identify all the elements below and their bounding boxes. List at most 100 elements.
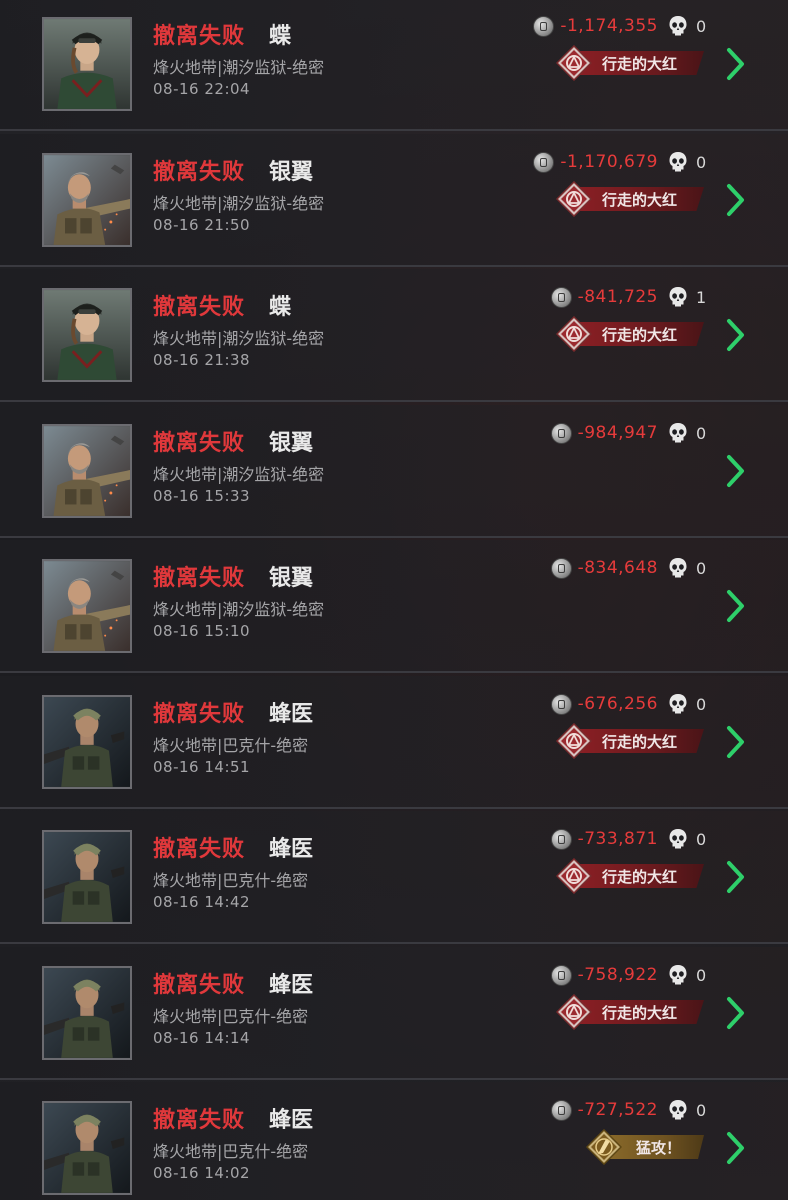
kill-count: 0 bbox=[668, 15, 706, 37]
match-timestamp: 08-16 14:51 bbox=[153, 758, 251, 776]
operator-avatar bbox=[42, 288, 132, 382]
kill-count-value: 0 bbox=[696, 694, 707, 714]
operator-name: 蜂医 bbox=[269, 837, 314, 862]
silver-coin-icon bbox=[533, 151, 555, 173]
match-record-row[interactable]: 撤离失败 蝶 烽火地带|潮汐监狱-绝密 08-16 21:38 -841,725… bbox=[0, 269, 788, 402]
kill-count-value: 0 bbox=[696, 558, 707, 578]
chevron-right-icon[interactable] bbox=[725, 588, 747, 624]
value-change-amount: -984,947 bbox=[577, 423, 658, 443]
match-timestamp: 08-16 14:14 bbox=[153, 1029, 251, 1047]
chevron-right-icon[interactable] bbox=[725, 453, 747, 489]
value-change-amount: -727,522 bbox=[577, 1100, 658, 1120]
achievement-badge-label: 行走的大红 bbox=[602, 733, 678, 751]
red-item-badge-icon bbox=[556, 994, 592, 1030]
chevron-right-icon[interactable] bbox=[725, 1130, 747, 1166]
extraction-status: 撤离失败 bbox=[153, 431, 246, 456]
value-change-amount: -676,256 bbox=[577, 694, 658, 714]
map-mode-label: 烽火地带|潮汐监狱-绝密 bbox=[153, 329, 325, 348]
operator-name: 蜂医 bbox=[269, 973, 314, 998]
chevron-right-icon[interactable] bbox=[725, 182, 747, 218]
operator-avatar bbox=[42, 695, 132, 789]
achievement-badge-label: 猛攻！ bbox=[636, 1139, 682, 1157]
red-item-badge-icon bbox=[556, 45, 592, 81]
operator-name: 蝶 bbox=[269, 295, 292, 320]
value-change: -841,725 bbox=[550, 286, 658, 308]
match-history-list: 撤离失败 蝶 烽火地带|潮汐监狱-绝密 08-16 22:04 -1,174,3… bbox=[0, 0, 788, 1200]
extraction-status: 撤离失败 bbox=[153, 973, 246, 998]
achievement-badge: 行走的大红 bbox=[556, 858, 706, 894]
value-change: -984,947 bbox=[550, 422, 658, 444]
achievement-badge: 行走的大红 bbox=[556, 316, 706, 352]
operator-name: 银翼 bbox=[269, 160, 314, 185]
match-timestamp: 08-16 22:04 bbox=[153, 80, 251, 98]
operator-name: 蜂医 bbox=[269, 1108, 314, 1133]
chevron-right-icon[interactable] bbox=[725, 724, 747, 760]
map-mode-label: 烽火地带|潮汐监狱-绝密 bbox=[153, 600, 325, 619]
red-item-badge-icon bbox=[556, 723, 592, 759]
silver-coin-icon bbox=[550, 557, 572, 579]
kill-count: 0 bbox=[668, 693, 706, 715]
operator-avatar bbox=[42, 830, 132, 924]
match-record-row[interactable]: 撤离失败 蜂医 烽火地带|巴克什-绝密 08-16 14:14 -758,922… bbox=[0, 947, 788, 1080]
match-timestamp: 08-16 15:10 bbox=[153, 622, 251, 640]
map-mode-label: 烽火地带|巴克什-绝密 bbox=[153, 1007, 309, 1026]
extraction-status: 撤离失败 bbox=[153, 566, 246, 591]
achievement-badge: 行走的大红 bbox=[556, 723, 706, 759]
value-change: -758,922 bbox=[550, 964, 658, 986]
value-change-amount: -1,170,679 bbox=[560, 152, 658, 172]
operator-name: 蝶 bbox=[269, 24, 292, 49]
match-record-row[interactable]: 撤离失败 银翼 烽火地带|潮汐监狱-绝密 08-16 15:10 -834,64… bbox=[0, 540, 788, 673]
operator-name: 银翼 bbox=[269, 566, 314, 591]
chevron-right-icon[interactable] bbox=[725, 995, 747, 1031]
extraction-status: 撤离失败 bbox=[153, 24, 246, 49]
match-timestamp: 08-16 21:50 bbox=[153, 216, 251, 234]
match-record-row[interactable]: 撤离失败 蝶 烽火地带|潮汐监狱-绝密 08-16 22:04 -1,174,3… bbox=[0, 0, 788, 131]
kill-count: 0 bbox=[668, 422, 706, 444]
extraction-status: 撤离失败 bbox=[153, 160, 246, 185]
achievement-badge-label: 行走的大红 bbox=[602, 1004, 678, 1022]
value-change-amount: -841,725 bbox=[577, 287, 658, 307]
achievement-badge: 行走的大红 bbox=[556, 181, 706, 217]
kill-count: 0 bbox=[668, 557, 706, 579]
chevron-right-icon[interactable] bbox=[725, 46, 747, 82]
value-change-amount: -733,871 bbox=[577, 829, 658, 849]
match-record-row[interactable]: 撤离失败 蜂医 烽火地带|巴克什-绝密 08-16 14:51 -676,256… bbox=[0, 676, 788, 809]
red-item-badge-icon bbox=[556, 316, 592, 352]
achievement-badge-label: 行走的大红 bbox=[602, 326, 678, 344]
kill-count-value: 0 bbox=[696, 829, 707, 849]
silver-coin-icon bbox=[550, 693, 572, 715]
chevron-right-icon[interactable] bbox=[725, 859, 747, 895]
kill-count: 0 bbox=[668, 1099, 706, 1121]
skull-icon bbox=[669, 694, 687, 714]
match-timestamp: 08-16 21:38 bbox=[153, 351, 251, 369]
silver-coin-icon bbox=[550, 422, 572, 444]
match-record-row[interactable]: 撤离失败 银翼 烽火地带|潮汐监狱-绝密 08-16 15:33 -984,94… bbox=[0, 405, 788, 538]
value-change: -727,522 bbox=[550, 1099, 658, 1121]
match-record-row[interactable]: 撤离失败 蜂医 烽火地带|巴克什-绝密 08-16 14:42 -733,871… bbox=[0, 811, 788, 944]
achievement-badge-label: 行走的大红 bbox=[602, 191, 678, 209]
value-change-amount: -758,922 bbox=[577, 965, 658, 985]
extraction-status: 撤离失败 bbox=[153, 1108, 246, 1133]
map-mode-label: 烽火地带|巴克什-绝密 bbox=[153, 1142, 309, 1161]
kill-count-value: 0 bbox=[696, 423, 707, 443]
operator-avatar bbox=[42, 424, 132, 518]
silver-coin-icon bbox=[550, 964, 572, 986]
operator-name: 蜂医 bbox=[269, 702, 314, 727]
value-change: -1,170,679 bbox=[533, 151, 658, 173]
skull-icon bbox=[669, 152, 687, 172]
achievement-badge: 猛攻！ bbox=[556, 1129, 706, 1165]
match-record-row[interactable]: 撤离失败 银翼 烽火地带|潮汐监狱-绝密 08-16 21:50 -1,170,… bbox=[0, 134, 788, 267]
map-mode-label: 烽火地带|巴克什-绝密 bbox=[153, 736, 309, 755]
skull-icon bbox=[669, 558, 687, 578]
achievement-badge-label: 行走的大红 bbox=[602, 55, 678, 73]
value-change: -676,256 bbox=[550, 693, 658, 715]
silver-coin-icon bbox=[550, 1099, 572, 1121]
operator-avatar bbox=[42, 966, 132, 1060]
assault-badge-icon bbox=[586, 1129, 622, 1165]
red-item-badge-icon bbox=[556, 858, 592, 894]
match-record-row[interactable]: 撤离失败 蜂医 烽火地带|巴克什-绝密 08-16 14:02 -727,522… bbox=[0, 1082, 788, 1200]
kill-count-value: 0 bbox=[696, 152, 707, 172]
achievement-badge: 行走的大红 bbox=[556, 45, 706, 81]
extraction-status: 撤离失败 bbox=[153, 702, 246, 727]
chevron-right-icon[interactable] bbox=[725, 317, 747, 353]
